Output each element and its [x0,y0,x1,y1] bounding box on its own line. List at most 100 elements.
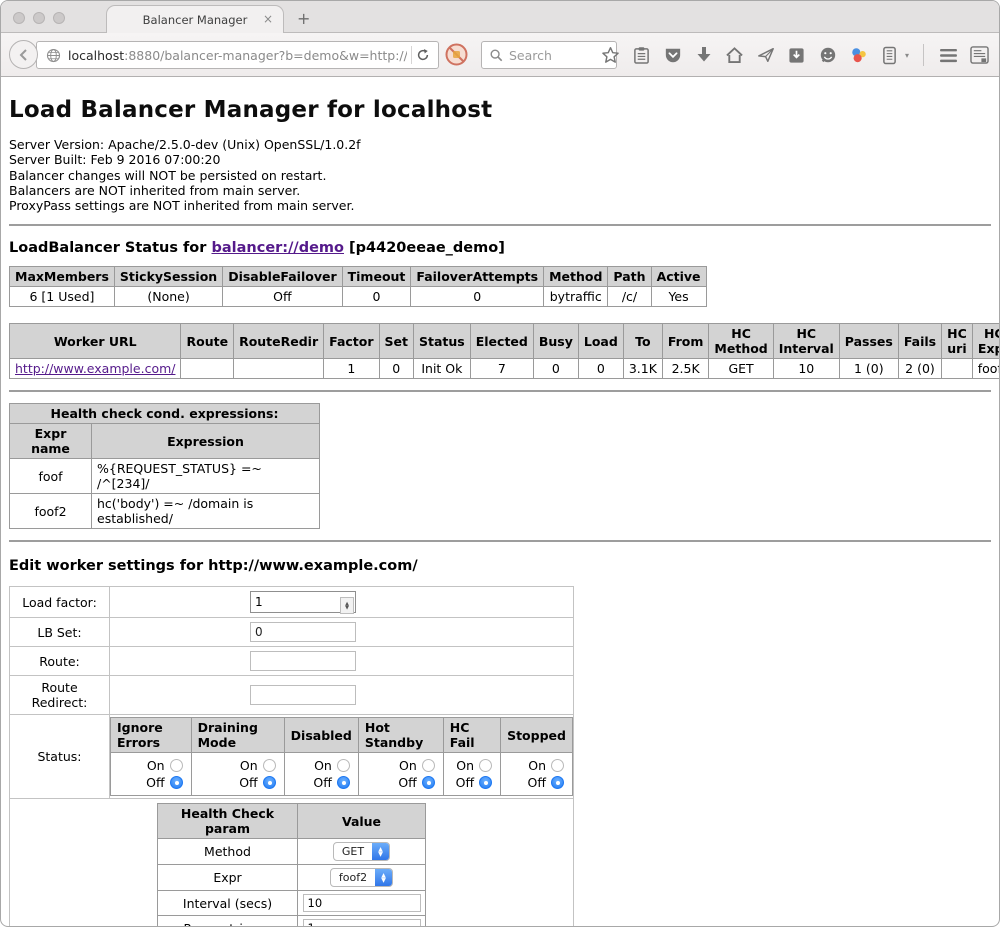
toolbar-separator [923,44,924,66]
cell-factor: 1 [324,359,379,379]
col-header: From [662,324,709,359]
lb-set-input[interactable] [250,622,356,642]
route-redirect-cell [110,676,574,715]
cell-routeredir [234,359,324,379]
stopped-off-radio[interactable] [551,776,564,789]
form-row-route-redirect: Route Redirect: [10,676,574,715]
hc-fail-on-radio[interactable] [479,759,492,772]
device-panel-button[interactable] [880,45,900,65]
cell-path: /c/ [608,287,651,307]
status-hot-standby-cell: On Off [358,753,443,796]
save-page-button[interactable] [787,45,807,65]
balancer-status-table: MaxMembers StickySession DisableFailover… [9,266,707,307]
off-label: Off [146,775,164,790]
clipboard-icon [633,46,650,65]
on-label: On [399,758,417,773]
col-header: Expression [92,424,320,459]
zoom-window-button[interactable] [53,12,65,24]
reading-list-button[interactable] [632,45,652,65]
menu-button[interactable] [938,45,958,65]
cell-expression: hc('body') =~ /domain is established/ [92,494,320,529]
paper-plane-icon [757,46,775,64]
cell-busy: 0 [533,359,578,379]
reload-button[interactable] [416,48,430,62]
close-window-button[interactable] [13,12,25,24]
hc-passes-input[interactable] [303,919,421,927]
home-icon [725,46,744,64]
form-row-status: Status: Ignore Errors Draining Mode Disa… [10,715,574,799]
search-bar[interactable] [481,41,617,69]
stopped-on-radio[interactable] [551,759,564,772]
pocket-icon [664,47,682,64]
table-header-row: Health check cond. expressions: [10,404,320,424]
route-redirect-input[interactable] [250,685,356,705]
cell-fails: 2 (0) [898,359,941,379]
table-row: foof %{REQUEST_STATUS} =~ /^[234]/ [10,459,320,494]
col-header: Disabled [284,718,358,753]
home-button[interactable] [725,45,745,65]
lb-set-cell [110,618,574,647]
col-header: Hot Standby [358,718,443,753]
url-bar[interactable]: localhost:8880/balancer-manager?b=demo&w… [36,41,439,69]
bookmark-star-button[interactable] [601,45,621,65]
ignore-errors-on-radio[interactable] [170,759,183,772]
device-dropdown-caret-icon[interactable]: ▾ [905,51,909,60]
colored-dots-icon [850,46,868,64]
back-button[interactable] [9,40,38,69]
draining-mode-off-radio[interactable] [263,776,276,789]
route-redirect-label: Route Redirect: [10,676,110,715]
route-input[interactable] [250,651,356,671]
form-row-health-params: Health Check param Value Method GET▲▼ Ex… [10,799,574,927]
col-header: To [623,324,662,359]
expressions-title: Health check cond. expressions: [10,404,320,424]
expressions-table: Health check cond. expressions: Expr nam… [9,403,320,529]
on-label: On [528,758,546,773]
server-info: Server Version: Apache/2.5.0-dev (Unix) … [9,137,991,213]
new-tab-button[interactable]: + [297,9,310,28]
minimize-window-button[interactable] [33,12,45,24]
hot-standby-off-radio[interactable] [422,776,435,789]
cell-worker-url: http://www.example.com/ [10,359,181,379]
disabled-on-radio[interactable] [337,759,350,772]
tab-close-icon[interactable]: × [263,12,273,26]
hot-standby-on-radio[interactable] [422,759,435,772]
square-download-icon [788,47,805,64]
chat-button[interactable] [818,45,838,65]
hc-fail-off-radio[interactable] [479,776,492,789]
cell-passes: 1 (0) [839,359,898,379]
select-stepper-icon: ▲▼ [375,868,392,887]
form-row-load-factor: Load factor: ▲▼ [10,587,574,618]
off-label: Off [528,775,546,790]
share-button[interactable] [756,45,776,65]
worker-url-link[interactable]: http://www.example.com/ [15,361,175,376]
disabled-off-radio[interactable] [337,776,350,789]
number-spinner-icon[interactable]: ▲▼ [340,597,354,614]
proxypass-notice-line: ProxyPass settings are NOT inherited fro… [9,198,991,213]
hc-interval-input[interactable] [303,894,421,912]
adblock-button[interactable] [445,43,468,66]
col-header: HC Method [709,324,773,359]
cell-expression: %{REQUEST_STATUS} =~ /^[234]/ [92,459,320,494]
ignore-errors-off-radio[interactable] [170,776,183,789]
extension-colordots-button[interactable] [849,45,869,65]
cell-failoverattempts: 0 [411,287,544,307]
on-label: On [456,758,474,773]
cell-hc-interval: 10 [773,359,839,379]
table-row: foof2 hc('body') =~ /domain is establish… [10,494,320,529]
divider [9,390,991,392]
downloads-button[interactable] [694,45,714,65]
hc-method-select[interactable]: GET▲▼ [333,842,390,861]
tab-balancer-manager[interactable]: Balancer Manager × [106,5,284,33]
pocket-button[interactable] [663,45,683,65]
col-header: HC Expr [972,324,1000,359]
off-label: Off [398,775,416,790]
bookmarks-sidebar-button[interactable] [969,45,989,65]
col-header: Active [651,267,706,287]
hc-expr-select[interactable]: foof2▲▼ [330,868,393,887]
col-header: Route [181,324,234,359]
balancer-demo-link[interactable]: balancer://demo [211,240,344,256]
search-input[interactable] [509,48,604,63]
server-version-line: Server Version: Apache/2.5.0-dev (Unix) … [9,137,991,152]
draining-mode-on-radio[interactable] [263,759,276,772]
url-text: localhost:8880/balancer-manager?b=demo&w… [68,48,407,63]
